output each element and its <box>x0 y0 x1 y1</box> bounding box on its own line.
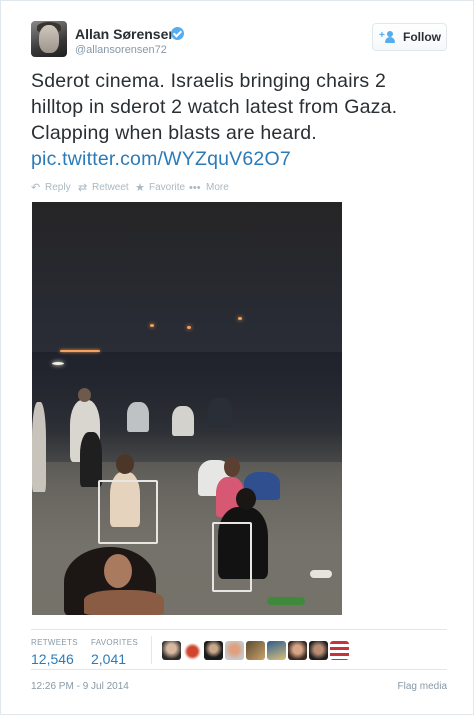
author-avatar[interactable] <box>31 21 67 57</box>
tweet-text-line: Sderot cinema. Israelis bringing chairs … <box>31 70 387 92</box>
tweet-timestamp[interactable]: 12:26 PM - 9 Jul 2014 <box>31 681 129 692</box>
more-label: More <box>206 182 229 193</box>
follow-button[interactable]: + Follow <box>372 23 447 51</box>
person-head <box>78 388 91 402</box>
author-handle[interactable]: @allansorensen72 <box>75 44 167 56</box>
green-bottle <box>267 597 305 605</box>
photo-light <box>52 362 64 365</box>
retweets-count: 12,546 <box>31 651 74 667</box>
flag-media-link[interactable]: Flag media <box>398 681 447 692</box>
favoriter-avatar[interactable] <box>288 641 307 660</box>
favorite-label: Favorite <box>149 182 186 193</box>
favoriter-avatar[interactable] <box>246 641 265 660</box>
person-head <box>236 488 256 510</box>
reply-label: Reply <box>45 182 71 193</box>
retweet-icon: ⇄ <box>78 182 88 194</box>
favoriter-avatar[interactable] <box>204 641 223 660</box>
tweet-media-link[interactable]: pic.twitter.com/WYZquV62O7 <box>31 146 451 172</box>
foreground-woman-face <box>104 554 132 588</box>
favoriter-avatar[interactable] <box>309 641 328 660</box>
foreground-woman-shoulders <box>84 590 164 615</box>
favorites-label: FAVORITES <box>91 638 139 647</box>
edge-person <box>32 402 46 492</box>
photo-light <box>150 324 154 327</box>
seated-person <box>127 402 149 432</box>
person-head <box>224 457 240 477</box>
photo-shore-lights <box>60 350 100 352</box>
retweets-stat[interactable]: RETWEETS 12,546 <box>31 638 78 667</box>
tweet-stats: RETWEETS 12,546 FAVORITES 2,041 <box>31 629 447 669</box>
white-chair <box>212 522 252 592</box>
seated-person <box>208 398 232 428</box>
favorites-count: 2,041 <box>91 651 127 667</box>
white-chair <box>98 480 158 544</box>
favoriter-avatar[interactable] <box>225 641 244 660</box>
standing-person-legs <box>80 432 102 487</box>
tweet-photo[interactable] <box>32 202 342 615</box>
tweet-footer: 12:26 PM - 9 Jul 2014 Flag media <box>31 669 447 699</box>
favoriter-avatar[interactable] <box>183 641 202 660</box>
reply-icon: ↶ <box>31 182 41 194</box>
follow-button-label: Follow <box>403 30 441 44</box>
tweet-text-line: Clapping when blasts are heard. <box>31 122 317 144</box>
photo-light <box>238 317 242 320</box>
favoriter-avatar[interactable] <box>330 641 349 660</box>
tweet-card: Allan Sørensen @allansorensen72 + Follow… <box>0 0 474 715</box>
tweet-text-line: hilltop in sderot 2 watch latest from Ga… <box>31 96 398 118</box>
favorites-stat[interactable]: FAVORITES 2,041 <box>91 638 138 667</box>
seated-person <box>172 406 194 436</box>
white-bottle <box>310 570 332 578</box>
star-icon: ★ <box>135 182 145 194</box>
stats-divider <box>151 636 152 664</box>
more-dots-icon: ••• <box>189 182 201 194</box>
person-head <box>116 454 134 474</box>
author-name[interactable]: Allan Sørensen <box>75 26 177 42</box>
retweet-label: Retweet <box>92 182 129 193</box>
favoriter-avatar[interactable] <box>162 641 181 660</box>
retweets-label: RETWEETS <box>31 638 78 647</box>
avatar-face <box>39 25 59 53</box>
tweet-text: Sderot cinema. Israelis bringing chairs … <box>31 68 451 172</box>
verified-badge-icon <box>171 27 184 40</box>
photo-light <box>187 326 191 329</box>
favoriter-avatar[interactable] <box>267 641 286 660</box>
follow-user-icon: + <box>379 31 398 44</box>
